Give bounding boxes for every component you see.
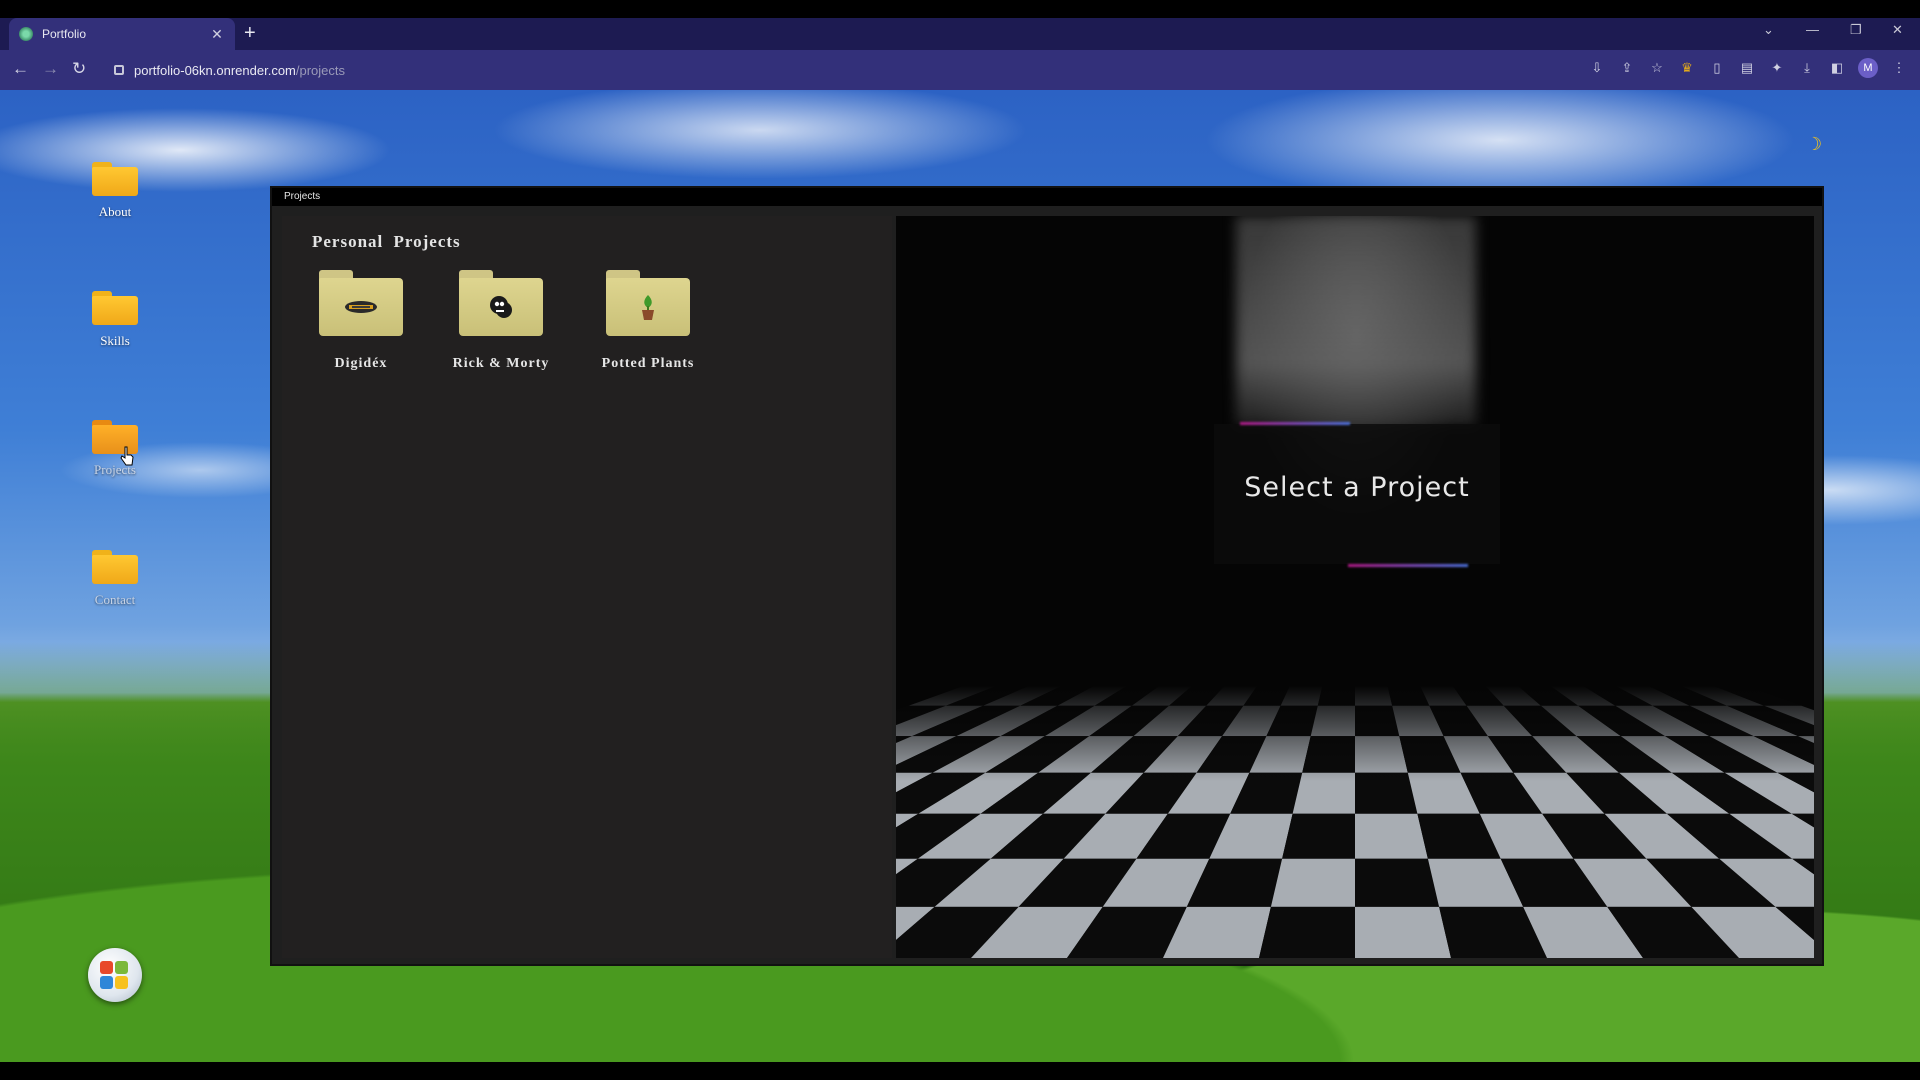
- share-icon[interactable]: ⇪: [1618, 59, 1636, 77]
- downloads-icon[interactable]: ⤓: [1798, 59, 1816, 77]
- window-close-icon[interactable]: ✕: [1892, 22, 1903, 38]
- select-project-message: Select a Project: [1244, 472, 1470, 503]
- extension-tray: ⇩ ⇪ ☆ ♛ ▯ ▤ ✦ ⤓ ◧ M ⋮: [1588, 58, 1908, 78]
- install-app-icon[interactable]: ⇩: [1588, 59, 1606, 77]
- desktop-icon-label: Projects: [94, 462, 136, 477]
- browser-toolbar: ← → ↻ portfolio-06kn.onrender.com/projec…: [0, 50, 1920, 90]
- mouse-cursor-icon: [120, 446, 134, 466]
- url-host: portfolio-06kn.onrender.com: [134, 62, 296, 78]
- reload-icon[interactable]: ↻: [72, 59, 86, 79]
- extension-doc-icon[interactable]: ▤: [1738, 59, 1756, 77]
- digimon-logo-icon: [345, 301, 377, 313]
- accent-line-bottom: [1348, 564, 1468, 567]
- desktop-icon-label: Skills: [100, 333, 130, 348]
- desktop-icon-contact[interactable]: Contact: [84, 550, 146, 608]
- browser-tab-bar: Portfolio ✕ +: [0, 18, 1920, 50]
- project-label: Potted Plants: [601, 356, 695, 371]
- folder-icon: [92, 550, 138, 584]
- moon-icon[interactable]: ☽: [1806, 134, 1822, 155]
- project-folder: [459, 270, 543, 336]
- profile-avatar[interactable]: M: [1858, 58, 1878, 78]
- desktop-icon-about[interactable]: About: [84, 162, 146, 220]
- minimize-icon[interactable]: —: [1806, 22, 1819, 37]
- restore-icon[interactable]: ❐: [1850, 22, 1862, 38]
- folder-icon: [92, 291, 138, 325]
- extensions-puzzle-icon[interactable]: ✦: [1768, 59, 1786, 77]
- back-icon[interactable]: ←: [12, 59, 29, 79]
- start-button[interactable]: [88, 948, 142, 1002]
- url-path: /projects: [295, 62, 346, 78]
- windows-logo-icon: [100, 961, 113, 974]
- projects-window[interactable]: Projects Personal Projects Digidéx Rick …: [270, 186, 1824, 966]
- windows-logo-green: [115, 961, 128, 974]
- menu-kebab-icon[interactable]: ⋮: [1890, 59, 1908, 77]
- window-title[interactable]: Projects: [272, 188, 1822, 206]
- desktop-icon-skills[interactable]: Skills: [84, 291, 146, 349]
- project-digidex[interactable]: Digidéx: [306, 270, 416, 372]
- extension-crown-icon[interactable]: ♛: [1678, 59, 1696, 77]
- browser-tab[interactable]: Portfolio ✕: [9, 18, 235, 50]
- tab-close-icon[interactable]: ✕: [209, 26, 225, 43]
- extension-phone-icon[interactable]: ▯: [1708, 59, 1726, 77]
- project-label: Rick & Morty: [452, 356, 550, 371]
- projects-list-pane: Personal Projects Digidéx Rick & Morty P…: [282, 216, 892, 958]
- project-folder: [606, 270, 690, 336]
- project-folder: [319, 270, 403, 336]
- section-title: Personal Projects: [312, 232, 461, 251]
- favicon-icon: [19, 27, 33, 41]
- folder-icon: [92, 162, 138, 196]
- desktop-icon-projects[interactable]: Projects: [84, 420, 146, 478]
- address-bar[interactable]: portfolio-06kn.onrender.com/projects: [104, 56, 1564, 84]
- bookmark-star-icon[interactable]: ☆: [1648, 59, 1666, 77]
- project-potted-plants[interactable]: Potted Plants: [593, 270, 703, 372]
- tab-search-icon[interactable]: ⌄: [1763, 22, 1774, 38]
- project-rick-and-morty[interactable]: Rick & Morty: [446, 270, 556, 372]
- tab-title: Portfolio: [42, 27, 87, 41]
- lock-icon: [114, 65, 124, 75]
- desktop-wallpaper: About Skills Projects Contact ☽ Projects…: [0, 90, 1920, 1062]
- desktop-icon-label: Contact: [94, 592, 136, 607]
- spotlight: [1236, 216, 1476, 426]
- new-tab-icon[interactable]: +: [244, 23, 256, 43]
- checkered-floor: [896, 686, 1814, 958]
- rick-morty-icon: [490, 296, 512, 318]
- desktop-icon-label: About: [98, 204, 132, 219]
- forward-icon[interactable]: →: [42, 59, 59, 79]
- side-panel-icon[interactable]: ◧: [1828, 59, 1846, 77]
- project-detail-pane: Select a Project: [896, 216, 1814, 958]
- accent-line-top: [1240, 422, 1350, 425]
- project-label: Digidéx: [334, 356, 388, 371]
- windows-logo-blue: [100, 976, 113, 989]
- screen-top-border: [0, 0, 1920, 18]
- potted-plant-icon: [642, 295, 654, 320]
- windows-logo-yellow: [115, 976, 128, 989]
